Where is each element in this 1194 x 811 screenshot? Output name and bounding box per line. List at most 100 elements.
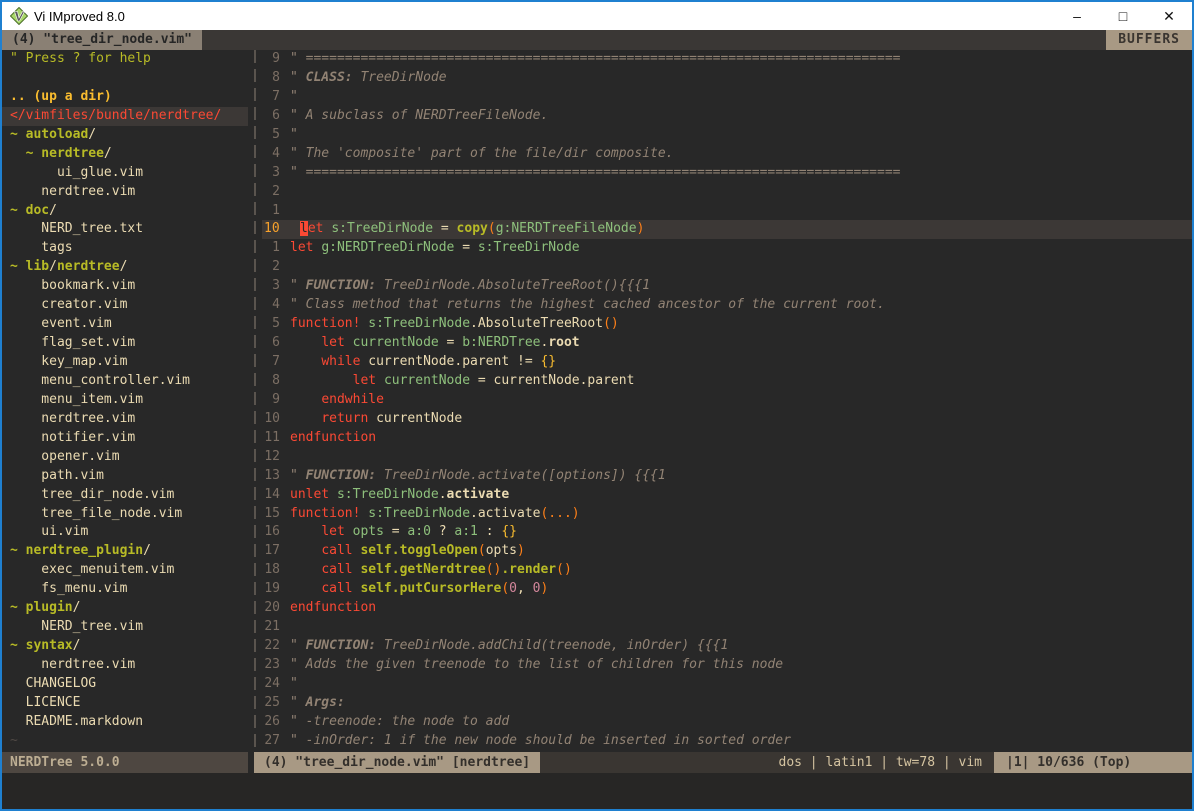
tree-item[interactable]: nerdtree.vim [2,183,248,202]
code-line[interactable]: 5function! s:TreeDirNode.AbsoluteTreeRoo… [262,315,1192,334]
code-line[interactable]: 11endfunction [262,429,1192,448]
main-content: " Press ? for help .. (up a dir)</vimfile… [2,50,1192,752]
code-line[interactable]: 27" -inOrder: 1 if the new node should b… [262,732,1192,751]
tree-item[interactable]: exec_menuitem.vim [2,561,248,580]
tree-item[interactable]: " Press ? for help [2,50,248,69]
tree-item[interactable]: ~ doc/ [2,202,248,221]
code-line[interactable]: 3" =====================================… [262,164,1192,183]
tree-item[interactable]: bookmark.vim [2,277,248,296]
token: NERD_tree.txt [10,221,143,236]
tree-item[interactable]: key_map.vim [2,353,248,372]
command-line[interactable] [2,773,1192,809]
code-line-current[interactable]: 10let s:TreeDirNode = copy(g:NERDTreeFil… [262,220,1192,239]
code-line[interactable]: 16 let opts = a:0 ? a:1 : {} [262,523,1192,542]
code-line[interactable]: 1 [262,202,1192,221]
code-line[interactable]: 22" FUNCTION: TreeDirNode.addChild(treen… [262,637,1192,656]
code-line[interactable]: 3" FUNCTION: TreeDirNode.AbsoluteTreeRoo… [262,277,1192,296]
code-line[interactable]: 9 endwhile [262,391,1192,410]
close-button[interactable]: ✕ [1146,2,1192,30]
tree-item[interactable]: NERD_tree.vim [2,618,248,637]
tree-item[interactable]: .. (up a dir) [2,88,248,107]
tree-item[interactable]: ~ nerdtree/ [2,145,248,164]
tree-item[interactable] [2,69,248,88]
code-line[interactable]: 23" Adds the given treenode to the list … [262,656,1192,675]
tree-item[interactable]: fs_menu.vim [2,580,248,599]
token: opener.vim [10,449,120,464]
code-line[interactable]: 12 [262,448,1192,467]
tree-item[interactable]: nerdtree.vim [2,410,248,429]
line-number: 27 [262,732,290,751]
maximize-button[interactable]: □ [1100,2,1146,30]
tree-item[interactable]: ~ nerdtree_plugin/ [2,542,248,561]
tree-item[interactable]: ~ plugin/ [2,599,248,618]
token: </vimfiles/bundle/nerdtree/ [10,108,221,123]
code-line[interactable]: 7" [262,88,1192,107]
line-number: 8 [262,372,290,391]
tree-item[interactable]: LICENCE [2,694,248,713]
code-line[interactable]: 10 return currentNode [262,410,1192,429]
code-line[interactable]: 6" A subclass of NERDTreeFileNode. [262,107,1192,126]
tree-item[interactable]: ~ autoload/ [2,126,248,145]
code-line[interactable]: 14unlet s:TreeDirNode.activate [262,486,1192,505]
window-split-separator[interactable] [248,50,262,752]
tree-item[interactable]: creator.vim [2,296,248,315]
code-line[interactable]: 6 let currentNode = b:NERDTree.root [262,334,1192,353]
code-line[interactable]: 8 let currentNode = currentNode.parent [262,372,1192,391]
tree-item[interactable]: ~ syntax/ [2,637,248,656]
tree-item[interactable]: nerdtree.vim [2,656,248,675]
code-text: let s:TreeDirNode = copy(g:NERDTreeFileN… [300,220,1192,239]
code-text: let opts = a:0 ? a:1 : {} [290,523,1192,542]
tab-tree-dir-node[interactable]: (4) "tree_dir_node.vim" [2,30,202,50]
tree-item[interactable]: tags [2,239,248,258]
tree-item[interactable]: path.vim [2,467,248,486]
code-line[interactable]: 2 [262,183,1192,202]
tree-item[interactable]: opener.vim [2,448,248,467]
tree-item[interactable]: tree_dir_node.vim [2,486,248,505]
code-line[interactable]: 1let g:NERDTreeDirNode = s:TreeDirNode [262,239,1192,258]
code-line[interactable]: 17 call self.toggleOpen(opts) [262,542,1192,561]
tree-item[interactable]: menu_item.vim [2,391,248,410]
tree-item[interactable]: notifier.vim [2,429,248,448]
code-line[interactable]: 25" Args: [262,694,1192,713]
token: . [439,487,447,502]
token: event.vim [10,316,112,331]
token: while [321,354,368,369]
buffers-tab[interactable]: BUFFERS [1106,30,1192,50]
line-number: 19 [262,580,290,599]
token: " [290,468,306,483]
tree-item[interactable]: ui.vim [2,523,248,542]
code-line[interactable]: 21 [262,618,1192,637]
tree-item[interactable]: README.markdown [2,713,248,732]
code-line[interactable]: 19 call self.putCursorHere(0, 0) [262,580,1192,599]
tree-item[interactable]: ui_glue.vim [2,164,248,183]
tree-item[interactable]: tree_file_node.vim [2,505,248,524]
tree-item[interactable]: CHANGELOG [2,675,248,694]
code-line[interactable]: 8" CLASS: TreeDirNode [262,69,1192,88]
tree-item[interactable]: ~ [2,732,248,751]
code-text [290,202,1192,221]
code-line[interactable]: 15function! s:TreeDirNode.activate(...) [262,505,1192,524]
code-line[interactable]: 9" =====================================… [262,50,1192,69]
code-line[interactable]: 18 call self.getNerdtree().render() [262,561,1192,580]
tree-item[interactable]: </vimfiles/bundle/nerdtree/ [2,107,248,126]
code-line[interactable]: 24" [262,675,1192,694]
code-line[interactable]: 26" -treenode: the node to add [262,713,1192,732]
tree-item[interactable]: ~ lib/nerdtree/ [2,258,248,277]
line-number: 7 [262,353,290,372]
code-line[interactable]: 5" [262,126,1192,145]
code-line[interactable]: 2 [262,258,1192,277]
tree-item[interactable]: NERD_tree.txt [2,220,248,239]
minimize-button[interactable]: – [1054,2,1100,30]
code-line[interactable]: 7 while currentNode.parent != {} [262,353,1192,372]
tree-item[interactable]: menu_controller.vim [2,372,248,391]
vim-icon [10,7,28,25]
code-line[interactable]: 4" Class method that returns the highest… [262,296,1192,315]
line-number: 5 [262,126,290,145]
code-line[interactable]: 20endfunction [262,599,1192,618]
token: menu_controller.vim [10,373,190,388]
code-line[interactable]: 13" FUNCTION: TreeDirNode.activate([opti… [262,467,1192,486]
tree-item[interactable]: event.vim [2,315,248,334]
code-line[interactable]: 4" The 'composite' part of the file/dir … [262,145,1192,164]
tree-item[interactable]: flag_set.vim [2,334,248,353]
token: menu_item.vim [10,392,143,407]
